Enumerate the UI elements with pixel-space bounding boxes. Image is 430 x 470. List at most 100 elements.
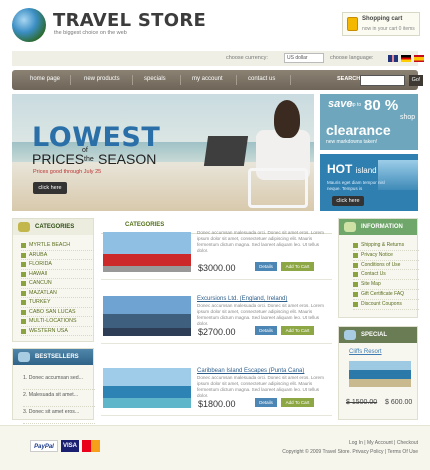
promo-hot-button[interactable]: click here: [332, 196, 364, 206]
special-title: SPECIAL: [361, 332, 388, 338]
shopping-cart-box[interactable]: Shopping cart now in your cart 0 items: [342, 12, 420, 36]
moulin-rouge-image[interactable]: [103, 232, 191, 272]
utility-bar: choose currency: US dollar choose langua…: [12, 51, 424, 66]
product-price: $1800.00: [198, 399, 236, 409]
info-gift-faq[interactable]: Gift Certificate FAQ: [353, 290, 419, 300]
product-price: $3000.00: [198, 263, 236, 273]
info-privacy-notice[interactable]: Privacy Notice: [353, 251, 419, 261]
hero-headline: LOWEST: [32, 122, 161, 153]
nav-contact-us[interactable]: contact us: [248, 76, 275, 82]
category-turkey[interactable]: TURKEY: [21, 298, 94, 308]
promo-markdown: new markdowns taken!: [326, 139, 378, 145]
add-to-cart-button[interactable]: Add To Cart: [281, 262, 314, 271]
bestseller-item[interactable]: 1. Donec accumsan sed...: [23, 373, 95, 390]
category-cancun[interactable]: CANCUN: [21, 279, 94, 289]
details-button[interactable]: Details: [255, 326, 277, 335]
hero-date: Prices good through July 25: [33, 169, 102, 175]
nav-divider: [70, 75, 71, 85]
footer-links[interactable]: Log In | My Account | Checkout: [349, 440, 418, 446]
search-input[interactable]: [360, 75, 405, 86]
bestseller-item[interactable]: 3. Donec sit amet eros...: [23, 407, 95, 424]
product-card: Excursions Ltd. (England, Ireland) Donec…: [101, 290, 332, 344]
cart-info: now in your cart 0 items: [362, 26, 415, 32]
category-hawaii[interactable]: HAWAII: [21, 270, 94, 279]
category-multi-locations[interactable]: MULTI-LOCATIONS: [21, 317, 94, 327]
special-icon: [344, 330, 356, 340]
language-label: choose language:: [330, 55, 374, 61]
product-desc: Donec accumsan malesuada orci. Donec sit…: [197, 375, 324, 398]
hero-season: SEASON: [98, 151, 157, 167]
uk-flag-icon[interactable]: [388, 55, 398, 62]
special-product-image[interactable]: [349, 361, 411, 387]
promo-hot-word: HOT: [327, 162, 353, 176]
information-icon: [344, 222, 356, 232]
germany-flag-icon[interactable]: [401, 55, 411, 62]
promo-shop: shop: [400, 114, 416, 121]
nav-divider: [236, 75, 237, 85]
hero-banner[interactable]: LOWEST PRICES of the SEASON Prices good …: [12, 94, 314, 211]
bestsellers-list: 1. Donec accumsan sed... 2. Malesuada si…: [23, 373, 95, 424]
details-button[interactable]: Details: [255, 262, 277, 271]
info-shipping-returns[interactable]: Shipping & Returns: [353, 241, 419, 251]
clearance-promo[interactable]: save up to 80 % shop clearance new markd…: [320, 94, 418, 150]
hero-of: of: [82, 147, 88, 154]
woman-hair-image: [274, 100, 300, 138]
info-contact-us[interactable]: Contact Us: [353, 270, 419, 281]
product-desc: Donec accumsan malesuada orci. Donec sit…: [197, 303, 324, 326]
currency-select[interactable]: US dollar: [284, 53, 324, 63]
tower-bridge-image[interactable]: [103, 296, 191, 336]
add-to-cart-button[interactable]: Add To Cart: [281, 326, 314, 335]
promo-save: save: [328, 98, 353, 110]
category-western-usa[interactable]: WESTERN USA: [21, 327, 94, 336]
categories-header: CATEGORIES: [13, 219, 93, 235]
cart-title[interactable]: Shopping cart: [362, 16, 402, 22]
bestsellers-header: BESTSELLERS: [13, 349, 93, 365]
product-desc: Donec accumsan malesuada orci. Donec sit…: [197, 230, 324, 253]
currency-label: choose currency:: [226, 55, 268, 61]
info-conditions[interactable]: Conditions of Use: [353, 261, 419, 271]
category-mazatlan[interactable]: MAZATLAN: [21, 289, 94, 298]
product-name[interactable]: Caribbean Island Escapes (Punta Cana): [197, 368, 304, 374]
nav-divider: [180, 75, 181, 85]
sailboat-image[interactable]: [103, 368, 191, 408]
site-title[interactable]: TRAVEL STORE: [53, 10, 206, 31]
category-myrtle-beach[interactable]: MYRTLE BEACH: [21, 241, 94, 251]
categories-title: CATEGORIES: [35, 224, 75, 230]
special-product-name[interactable]: Cliffs Resort: [349, 349, 382, 355]
bestseller-item[interactable]: 2. Malesuada sit amet...: [23, 390, 95, 407]
special-header: SPECIAL: [339, 327, 417, 343]
special-panel: SPECIAL Cliffs Resort $ 1500.00 $ 600.00: [338, 326, 418, 420]
promo-hot-title: HOT island: [327, 162, 377, 176]
nav-divider: [290, 75, 291, 85]
bestsellers-panel: BESTSELLERS 1. Donec accumsan sed... 2. …: [12, 348, 95, 424]
mastercard-icon: [82, 440, 100, 452]
nav-new-products[interactable]: new products: [84, 76, 120, 82]
nav-my-account[interactable]: my account: [192, 76, 223, 82]
site-tagline: the biggest choice on the web: [54, 30, 127, 36]
promo-island-word: island: [355, 166, 377, 175]
hero-the: the: [84, 156, 94, 163]
hot-island-promo[interactable]: HOT island Mauris eget diam tempor nisl …: [320, 154, 418, 211]
info-site-map[interactable]: Site Map: [353, 280, 419, 290]
nav-home[interactable]: home page: [30, 76, 60, 82]
beach-chair-image: [248, 168, 308, 208]
special-new-price: $ 600.00: [385, 399, 413, 406]
categories-list: MYRTLE BEACH ARUBA FLORIDA HAWAII CANCUN…: [21, 241, 94, 336]
spain-flag-icon[interactable]: [414, 55, 424, 62]
main-nav: home page new products specials my accou…: [12, 70, 423, 90]
special-old-price: $ 1500.00: [346, 399, 378, 406]
category-cabo-san-lucas[interactable]: CABO SAN LUCAS: [21, 308, 94, 317]
information-panel: INFORMATION Shipping & Returns Privacy N…: [338, 218, 419, 318]
info-discount-coupons[interactable]: Discount Coupons: [353, 300, 419, 310]
category-florida[interactable]: FLORIDA: [21, 260, 94, 270]
hero-click-here-button[interactable]: click here: [33, 182, 67, 194]
logo-globe-icon[interactable]: [12, 8, 46, 42]
paypal-icon: PayPal: [30, 440, 58, 452]
information-list: Shipping & Returns Privacy Notice Condit…: [353, 241, 419, 310]
category-aruba[interactable]: ARUBA: [21, 251, 94, 260]
product-name[interactable]: Excursions Ltd. (England, Ireland): [197, 296, 287, 302]
add-to-cart-button[interactable]: Add To Cart: [281, 398, 314, 407]
search-go-button[interactable]: Go!: [409, 75, 423, 86]
nav-specials[interactable]: specials: [144, 76, 166, 82]
details-button[interactable]: Details: [255, 398, 277, 407]
